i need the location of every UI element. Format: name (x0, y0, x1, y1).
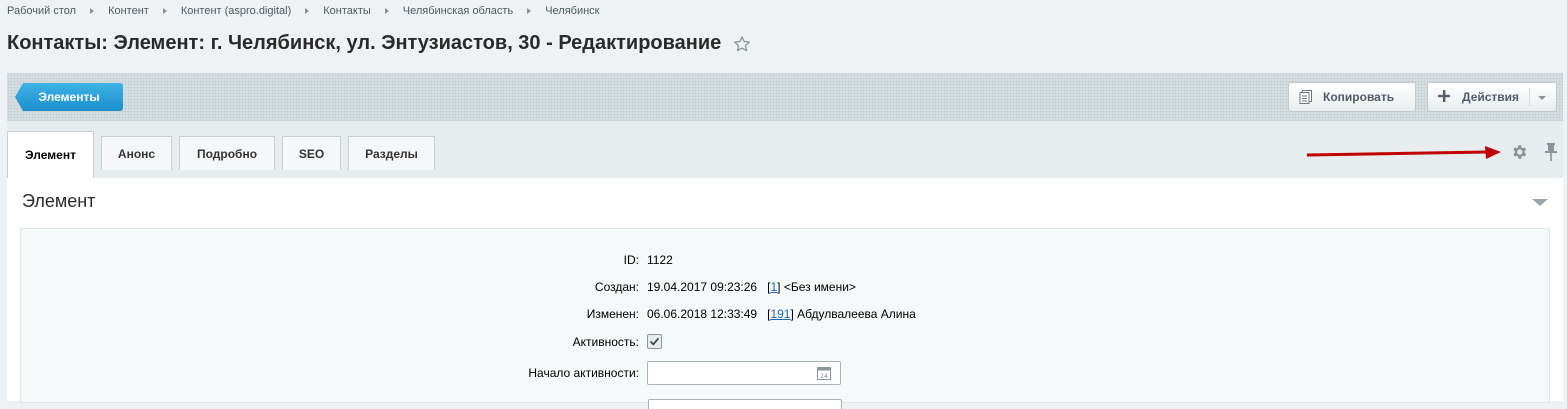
tab-details-label: Подробно (196, 146, 258, 161)
breadcrumb-item-city[interactable]: Челябинск (545, 5, 599, 17)
copy-button-label: Копировать (1323, 90, 1395, 104)
page-title-row: Контакты: Элемент: г. Челябинск, ул. Энт… (7, 32, 751, 55)
field-row-modified: Изменен: 06.06.2018 12:33:49 [191] Абдул… (21, 307, 916, 321)
id-value: 1122 (647, 253, 673, 267)
breadcrumb-item-content-site[interactable]: Контент (aspro.digital) (181, 5, 291, 17)
chevron-down-icon (1538, 96, 1546, 100)
toolbar: Элементы Копировать Действия (7, 73, 1563, 121)
active-checkbox[interactable] (647, 334, 662, 349)
checkmark-icon (649, 337, 660, 346)
created-label: Создан: (594, 280, 639, 294)
modified-user-link[interactable]: 191 (770, 307, 790, 321)
start-label: Начало активности: (528, 366, 639, 380)
collapse-caret-icon[interactable] (1532, 199, 1548, 206)
tab-sections[interactable]: Разделы (348, 136, 435, 170)
calendar-icon[interactable]: 24 (817, 366, 831, 380)
modified-date: 06.06.2018 12:33:49 (647, 307, 758, 321)
elements-button-label: Элементы (38, 90, 100, 104)
modified-user-name: Абдулвалеева Алина (797, 307, 916, 321)
tab-sections-label: Разделы (365, 146, 418, 161)
copy-icon (1299, 90, 1313, 104)
actions-button-label: Действия (1462, 90, 1520, 104)
arrow-annotation (1307, 146, 1501, 159)
star-icon[interactable] (733, 35, 751, 53)
svg-text:24: 24 (820, 373, 828, 380)
modified-value: 06.06.2018 12:33:49 [191] Абдулвалеева А… (647, 307, 916, 321)
breadcrumb-item-content[interactable]: Контент (108, 5, 149, 17)
start-date-input[interactable]: 24 (647, 361, 841, 385)
breadcrumb-item-region[interactable]: Челябинская область (403, 5, 513, 17)
actions-divider (1529, 88, 1530, 106)
form-box: ID: 1122 Создан: 19.04.2017 09:23:26 [1]… (20, 228, 1550, 409)
tab-details[interactable]: Подробно (179, 136, 275, 170)
field-row-start: Начало активности: 24 (21, 361, 841, 385)
breadcrumb-separator-icon (527, 8, 532, 14)
tab-seo[interactable]: SEO (282, 136, 341, 170)
breadcrumb-separator-icon (162, 8, 167, 14)
breadcrumb-separator-icon (305, 8, 310, 14)
created-user-name: <Без имени> (783, 280, 856, 294)
tab-announce[interactable]: Анонс (101, 136, 172, 170)
breadcrumb-item-contacts[interactable]: Контакты (323, 5, 371, 17)
actions-button[interactable]: Действия (1427, 82, 1557, 112)
breadcrumb: Рабочий стол Контент Контент (aspro.digi… (7, 4, 599, 18)
breadcrumb-separator-icon (90, 8, 95, 14)
created-value: 19.04.2017 09:23:26 [1] <Без имени> (647, 280, 856, 294)
id-label: ID: (623, 253, 639, 267)
page-title: Контакты: Элемент: г. Челябинск, ул. Энт… (7, 32, 722, 54)
tab-seo-label: SEO (298, 146, 325, 161)
created-date: 19.04.2017 09:23:26 (647, 280, 758, 294)
field-row-id: ID: 1122 (21, 253, 673, 267)
tab-element[interactable]: Элемент (7, 131, 94, 178)
elements-back-button[interactable]: Элементы (15, 83, 123, 111)
active-label: Активность: (572, 334, 639, 349)
breadcrumb-separator-icon (384, 8, 389, 14)
field-row-active: Активность: (21, 334, 662, 349)
field-row-created: Создан: 19.04.2017 09:23:26 [1] <Без име… (21, 280, 856, 294)
created-user-link[interactable]: 1 (770, 280, 777, 294)
gear-icon[interactable] (1510, 143, 1528, 161)
breadcrumb-item-desktop[interactable]: Рабочий стол (7, 5, 76, 17)
plus-icon (1438, 90, 1452, 104)
modified-label: Изменен: (586, 307, 639, 321)
pin-icon[interactable] (1544, 143, 1558, 161)
copy-button[interactable]: Копировать (1288, 82, 1416, 112)
tab-element-label: Элемент (25, 148, 76, 162)
tab-announce-label: Анонс (117, 146, 156, 161)
content-panel: Элемент ID: 1122 Создан: 19.04.2017 09:2… (7, 178, 1563, 409)
section-title: Элемент (22, 191, 96, 211)
